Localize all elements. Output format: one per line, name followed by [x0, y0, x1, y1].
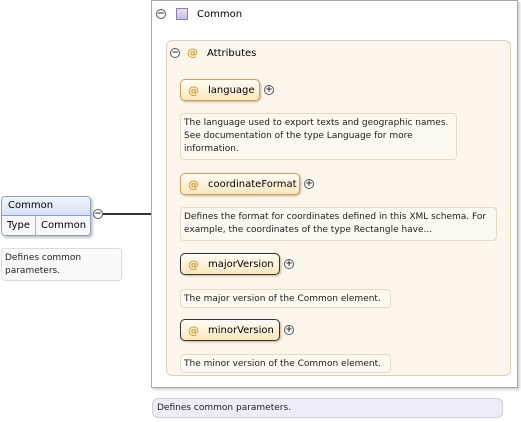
expand-icon[interactable]: + [284, 325, 294, 335]
attribute-language[interactable]: @ language [180, 79, 260, 101]
element-common-box[interactable]: Common Type Common [1, 196, 91, 236]
element-collapse-icon[interactable]: − [93, 209, 103, 219]
type-value: Common [41, 220, 87, 231]
attribute-at-icon: @ [188, 323, 199, 337]
attribute-description: The minor version of the Common element. [180, 354, 391, 373]
group-icon [176, 8, 188, 20]
attribute-minorversion[interactable]: @ minorVersion [180, 319, 280, 341]
attribute-at-icon: @ [188, 177, 199, 191]
attributes-title: Attributes [207, 48, 257, 59]
expand-icon[interactable]: + [284, 259, 294, 269]
attribute-name: majorVersion [208, 258, 274, 270]
attributes-collapse-icon[interactable]: − [170, 48, 180, 58]
element-annotation: Defines common parameters. [1, 248, 122, 281]
attribute-name: language [208, 84, 255, 96]
group-title: Common [197, 9, 243, 20]
attribute-majorversion[interactable]: @ majorVersion [180, 253, 280, 275]
element-type-row: Type Common [2, 216, 90, 235]
group-collapse-icon[interactable]: − [156, 9, 166, 19]
element-name: Common [2, 197, 90, 216]
group-annotation: Defines common parameters. [152, 398, 503, 418]
attribute-coordinateformat[interactable]: @ coordinateFormat [180, 173, 300, 195]
expand-icon[interactable]: + [264, 85, 274, 95]
attribute-description: The language used to export texts and ge… [180, 113, 457, 160]
attribute-name: coordinateFormat [208, 178, 297, 190]
attribute-description: Defines the format for coordinates defin… [180, 207, 497, 241]
attributes-at-icon: @ [187, 46, 198, 59]
attribute-description: The major version of the Common element. [180, 289, 391, 308]
attribute-at-icon: @ [188, 83, 199, 97]
type-label: Type [2, 216, 36, 235]
expand-icon[interactable]: + [304, 179, 314, 189]
attribute-name: minorVersion [208, 324, 274, 336]
attribute-at-icon: @ [188, 257, 199, 271]
